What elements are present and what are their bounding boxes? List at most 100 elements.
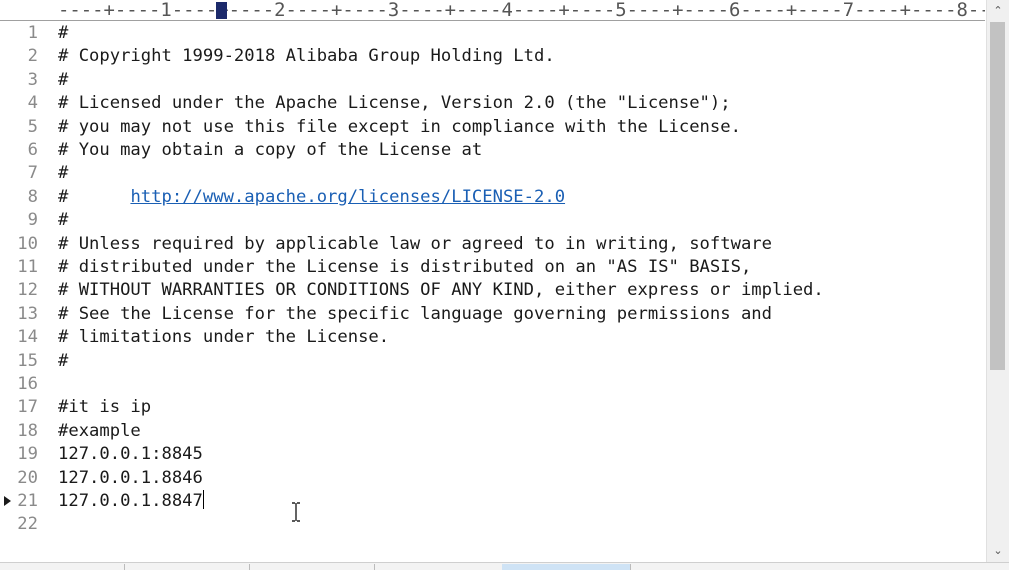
line-number: 14 — [17, 327, 38, 348]
line-text-content: # See the License for the specific langu… — [58, 303, 772, 324]
line-number: 22 — [17, 514, 38, 535]
line-number: 11 — [17, 257, 38, 277]
editor-line[interactable]: 21 127.0.0.1.8847 — [0, 490, 985, 513]
line-text-content: # — [58, 210, 69, 231]
ruler-scale: ----+----1----+----2----+----3----+----4… — [58, 0, 985, 21]
line-number: 20 — [17, 467, 38, 488]
line-number: 3 — [27, 69, 38, 90]
line-text[interactable]: # Copyright 1999-2018 Alibaba Group Hold… — [58, 45, 555, 68]
line-number: 12 — [17, 280, 38, 301]
line-number: 2 — [27, 46, 38, 67]
line-text-content: # WITHOUT WARRANTIES OR CONDITIONS OF AN… — [58, 280, 824, 301]
line-text-content: 127.0.0.1.8846 — [58, 467, 203, 488]
editor-line[interactable]: 7 # — [0, 162, 985, 185]
line-text-prefix: # — [58, 186, 131, 207]
vertical-scrollbar[interactable]: ⌃ ⌄ — [986, 0, 1009, 562]
line-text-content: # — [58, 350, 69, 371]
line-text-content: # — [58, 23, 69, 43]
line-number: 9 — [27, 210, 38, 231]
line-number: 19 — [17, 444, 38, 465]
ruler-column-cursor — [216, 2, 227, 19]
document-tab[interactable] — [0, 564, 125, 570]
document-tab-strip — [0, 562, 1009, 570]
editor-line[interactable]: 17 #it is ip — [0, 396, 985, 419]
chevron-up-icon[interactable]: ⌃ — [987, 2, 1009, 20]
line-number: 15 — [17, 350, 38, 371]
line-text[interactable]: # — [58, 22, 68, 45]
line-text[interactable]: # Unless required by applicable law or a… — [58, 233, 772, 256]
line-text-content: # distributed under the License is distr… — [58, 257, 752, 277]
line-number: 16 — [17, 374, 38, 394]
line-number: 4 — [27, 93, 38, 114]
text-editor-window: ----+----1----+----2----+----3----+----4… — [0, 0, 1009, 570]
line-text[interactable]: # You may obtain a copy of the License a… — [58, 139, 482, 162]
editor-line[interactable]: 4 # Licensed under the Apache License, Ve… — [0, 92, 985, 115]
document-tab-active[interactable] — [502, 564, 631, 570]
editor-line[interactable]: 8 # http://www.apache.org/licenses/LICENS… — [0, 186, 985, 209]
chevron-down-icon[interactable]: ⌄ — [987, 542, 1009, 560]
editor-line[interactable]: 2 # Copyright 1999-2018 Alibaba Group Hol… — [0, 45, 985, 68]
line-text[interactable]: # — [58, 350, 68, 373]
line-text-content: # — [58, 69, 69, 90]
license-url-link[interactable]: http://www.apache.org/licenses/LICENSE-2… — [130, 187, 565, 207]
line-number: 18 — [17, 420, 38, 441]
editor-text-area[interactable]: 1 #2 # Copyright 1999-2018 Alibaba Group H… — [0, 21, 985, 562]
editor-line[interactable]: 10 # Unless required by applicable law or… — [0, 233, 985, 256]
line-text-content: # You may obtain a copy of the License a… — [58, 140, 483, 160]
editor-line[interactable]: 9 # — [0, 209, 985, 232]
line-text[interactable]: # See the License for the specific langu… — [58, 303, 772, 326]
line-text-content: # Unless required by applicable law or a… — [58, 233, 772, 254]
line-text[interactable]: #it is ip — [58, 396, 151, 419]
line-text-content: #it is ip — [58, 397, 152, 418]
scrollbar-thumb[interactable] — [990, 22, 1005, 370]
line-text-content: # limitations under the License. — [58, 327, 390, 348]
line-text-content: 127.0.0.1:8845 — [58, 444, 203, 465]
line-number: 21 — [17, 491, 38, 511]
document-tab[interactable] — [374, 564, 503, 570]
column-ruler: ----+----1----+----2----+----3----+----4… — [0, 0, 985, 21]
line-text[interactable]: #example — [58, 420, 141, 443]
line-number: 6 — [27, 140, 38, 160]
editor-line[interactable]: 19 127.0.0.1:8845 — [0, 443, 985, 466]
line-text[interactable]: # — [58, 162, 68, 185]
editor-line[interactable]: 18 #example — [0, 420, 985, 443]
line-text-content: 127.0.0.1.8847 — [58, 491, 203, 511]
line-text-content: # — [58, 163, 69, 184]
editor-line[interactable]: 14 # limitations under the License. — [0, 326, 985, 349]
editor-line[interactable]: 11 # distributed under the License is dis… — [0, 256, 985, 279]
editor-line[interactable]: 3 # — [0, 69, 985, 92]
line-number: 8 — [27, 186, 38, 207]
line-number: 13 — [17, 303, 38, 324]
editor-line[interactable]: 13 # See the License for the specific lan… — [0, 303, 985, 326]
line-number: 7 — [27, 163, 38, 184]
editor-line[interactable]: 6 # You may obtain a copy of the License … — [0, 139, 985, 162]
line-text[interactable]: 127.0.0.1.8846 — [58, 467, 203, 490]
document-tab[interactable] — [124, 564, 250, 570]
line-text-content: # Copyright 1999-2018 Alibaba Group Hold… — [58, 46, 555, 67]
line-text[interactable]: # — [58, 69, 68, 92]
line-text[interactable]: # http://www.apache.org/licenses/LICENSE… — [58, 186, 565, 209]
line-text[interactable]: # WITHOUT WARRANTIES OR CONDITIONS OF AN… — [58, 279, 824, 302]
line-number: 10 — [17, 233, 38, 254]
line-text[interactable]: # — [58, 209, 68, 232]
line-text[interactable]: # Licensed under the Apache License, Ver… — [58, 92, 731, 115]
editor-line[interactable]: 20 127.0.0.1.8846 — [0, 467, 985, 490]
editor-line[interactable]: 12 # WITHOUT WARRANTIES OR CONDITIONS OF … — [0, 279, 985, 302]
line-text-content: #example — [58, 420, 141, 441]
text-caret — [202, 490, 204, 509]
editor-line[interactable]: 5 # you may not use this file except in c… — [0, 116, 985, 139]
document-tab[interactable] — [249, 564, 375, 570]
line-text[interactable]: 127.0.0.1.8847 — [58, 490, 204, 513]
line-text[interactable]: # limitations under the License. — [58, 326, 389, 349]
line-text[interactable]: # distributed under the License is distr… — [58, 256, 751, 279]
line-number: 17 — [17, 397, 38, 418]
text-cursor-ibeam-icon — [292, 502, 300, 522]
editor-line[interactable]: 16 — [0, 373, 985, 396]
editor-line[interactable]: 1 # — [0, 22, 985, 45]
line-text[interactable]: 127.0.0.1:8845 — [58, 443, 203, 466]
line-text-content: # you may not use this file except in co… — [58, 116, 741, 137]
line-text[interactable]: # you may not use this file except in co… — [58, 116, 741, 139]
line-number: 1 — [27, 23, 38, 43]
editor-line[interactable]: 15 # — [0, 350, 985, 373]
editor-line[interactable]: 22 — [0, 513, 985, 536]
